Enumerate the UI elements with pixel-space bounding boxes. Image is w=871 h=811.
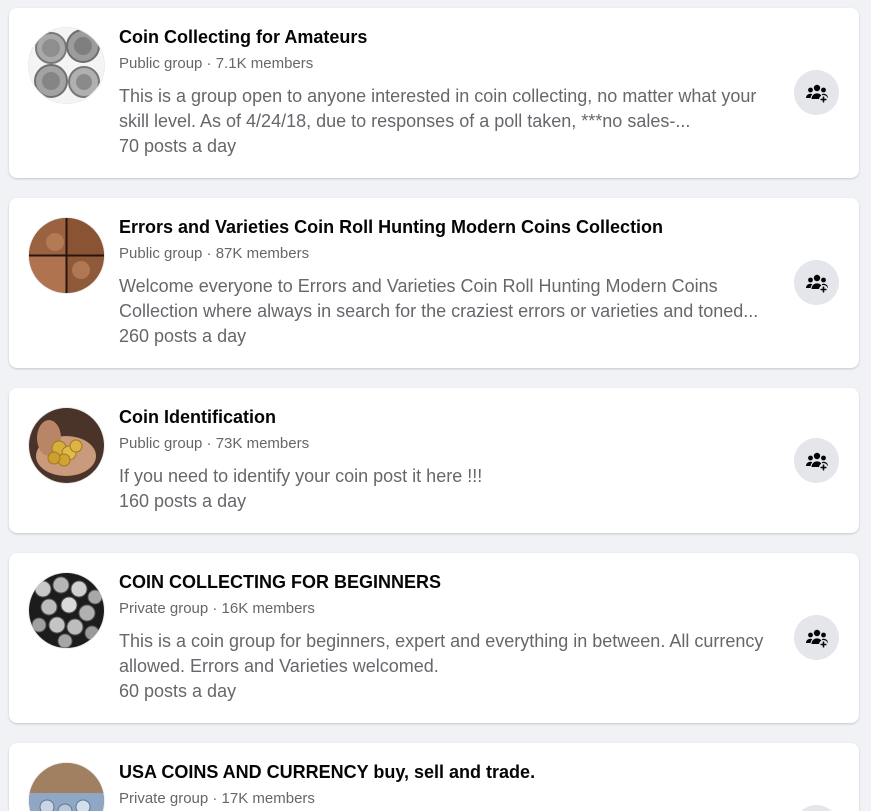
group-card: COIN COLLECTING FOR BEGINNERS Private gr… [9,553,859,723]
group-info: Coin Identification Public group · 73K m… [119,406,779,514]
group-info: Coin Collecting for Amateurs Public grou… [119,26,779,159]
group-meta: Public group · 87K members [119,245,310,262]
group-activity: 260 posts a day [119,326,247,346]
group-name[interactable]: Coin Collecting for Amateurs [119,26,779,48]
group-meta: Public group · 7.1K members [119,55,314,72]
join-group-button[interactable] [794,438,839,483]
group-info: COIN COLLECTING FOR BEGINNERS Private gr… [119,571,779,704]
join-group-button[interactable] [794,615,839,660]
group-add-icon [805,452,828,472]
group-name[interactable]: USA COINS AND CURRENCY buy, sell and tra… [119,761,779,783]
group-avatar[interactable] [29,28,104,103]
group-avatar[interactable] [29,408,104,483]
group-card: USA COINS AND CURRENCY buy, sell and tra… [9,743,859,811]
group-card: Coin Collecting for Amateurs Public grou… [9,8,859,178]
join-group-button[interactable] [794,260,839,305]
group-name[interactable]: Errors and Varieties Coin Roll Hunting M… [119,216,779,238]
group-info: USA COINS AND CURRENCY buy, sell and tra… [119,761,779,809]
group-description: This is a group open to anyone intereste… [119,86,757,131]
group-activity: 160 posts a day [119,491,247,511]
group-avatar[interactable] [29,218,104,293]
penny-dates-photo-icon [29,218,104,293]
group-avatar[interactable] [29,763,104,811]
group-description: This is a coin group for beginners, expe… [119,631,764,676]
join-group-button[interactable] [794,70,839,115]
group-card: Errors and Varieties Coin Roll Hunting M… [9,198,859,368]
group-meta: Private group · 17K members [119,790,315,807]
group-meta: Public group · 73K members [119,435,310,452]
coin-pile-photo-icon [29,573,104,648]
group-meta: Private group · 16K members [119,600,315,617]
group-name[interactable]: COIN COLLECTING FOR BEGINNERS [119,571,779,593]
group-add-icon [805,629,828,649]
group-info: Errors and Varieties Coin Roll Hunting M… [119,216,779,349]
coins-currency-photo-icon [29,763,104,811]
gold-coins-hand-photo-icon [29,408,104,483]
join-group-button[interactable] [794,805,839,811]
group-add-icon [805,84,828,104]
group-avatar[interactable] [29,573,104,648]
group-card: Coin Identification Public group · 73K m… [9,388,859,533]
group-activity: 70 posts a day [119,136,237,156]
coins-photo-icon [29,28,104,103]
group-search-results: Coin Collecting for Amateurs Public grou… [0,0,871,811]
group-activity: 60 posts a day [119,681,237,701]
group-name[interactable]: Coin Identification [119,406,779,428]
group-add-icon [805,274,828,294]
group-description: If you need to identify your coin post i… [119,466,483,486]
group-description: Welcome everyone to Errors and Varieties… [119,276,759,321]
